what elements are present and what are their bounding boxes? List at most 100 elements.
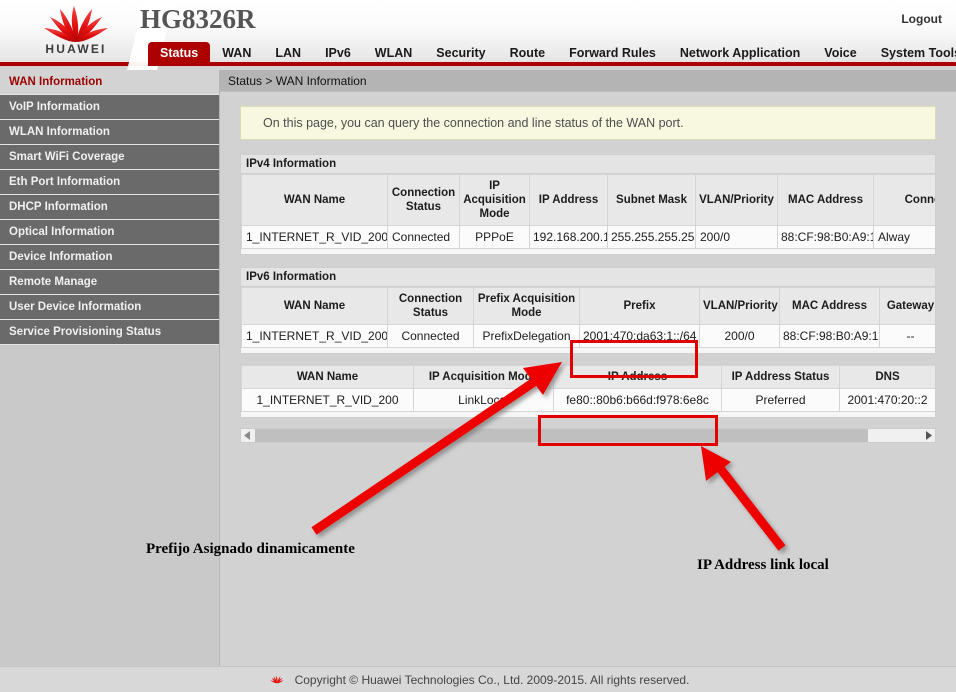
- huawei-footer-icon: [267, 673, 287, 686]
- cell-ip-acquisition-mode: PPPoE: [460, 226, 530, 249]
- scrollbar-track[interactable]: [255, 429, 921, 442]
- cell-dns: 2001:470:20::2: [840, 389, 936, 412]
- cell-connection-mode: Alway: [874, 226, 937, 249]
- ipv6-section-title: IPv6 Information: [240, 267, 936, 286]
- col-wan-name[interactable]: WAN Name: [242, 288, 388, 325]
- cell-ip-address: 192.168.200.101: [530, 226, 608, 249]
- tab-voice[interactable]: Voice: [812, 42, 868, 66]
- col-prefix[interactable]: Prefix: [580, 288, 700, 325]
- col-dns[interactable]: DNS: [840, 366, 936, 389]
- ipv4-section-title: IPv4 Information: [240, 154, 936, 173]
- tab-system-tools[interactable]: System Tools: [869, 42, 956, 66]
- copyright-text: Copyright © Huawei Technologies Co., Ltd…: [295, 673, 690, 687]
- sidebar-item-optical-information[interactable]: Optical Information: [0, 220, 219, 245]
- horizontal-scrollbar[interactable]: [240, 428, 936, 443]
- ipv6-table-wrap: WAN Name Connection Status Prefix Acquis…: [240, 286, 936, 354]
- col-vlan-priority[interactable]: VLAN/Priority: [696, 175, 778, 226]
- table-row[interactable]: 1_INTERNET_R_VID_200 Connected PrefixDel…: [242, 325, 937, 348]
- body-area: WAN Information VoIP Information WLAN In…: [0, 70, 956, 666]
- top-navigation: Status WAN LAN IPv6 WLAN Security Route …: [148, 42, 956, 66]
- sidebar-item-device-information[interactable]: Device Information: [0, 245, 219, 270]
- table-header-row: WAN Name Connection Status IP Acquisitio…: [242, 175, 937, 226]
- col-ip-acquisition-mode[interactable]: IP Acquisition Mode: [414, 366, 554, 389]
- cell-mac-address: 88:CF:98:B0:A9:12: [778, 226, 874, 249]
- tab-security[interactable]: Security: [424, 42, 497, 66]
- tab-route[interactable]: Route: [498, 42, 557, 66]
- sidebar-item-eth-port-information[interactable]: Eth Port Information: [0, 170, 219, 195]
- col-mac-address[interactable]: MAC Address: [778, 175, 874, 226]
- cell-mac-address: 88:CF:98:B0:A9:12: [780, 325, 880, 348]
- sidebar: WAN Information VoIP Information WLAN In…: [0, 70, 220, 666]
- ipv6-table: WAN Name Connection Status Prefix Acquis…: [241, 287, 936, 348]
- sidebar-filler: [0, 345, 219, 665]
- footer: Copyright © Huawei Technologies Co., Ltd…: [0, 666, 956, 692]
- col-connection-status[interactable]: Connection Status: [388, 288, 474, 325]
- sidebar-item-wlan-information[interactable]: WLAN Information: [0, 120, 219, 145]
- col-mac-address[interactable]: MAC Address: [780, 288, 880, 325]
- cell-ip-address-status: Preferred: [722, 389, 840, 412]
- sidebar-item-remote-manage[interactable]: Remote Manage: [0, 270, 219, 295]
- cell-wan-name: 1_INTERNET_R_VID_200: [242, 389, 414, 412]
- table-row[interactable]: 1_INTERNET_R_VID_200 LinkLocal fe80::80b…: [242, 389, 936, 412]
- page-root: HUAWEI HG8326R Logout Status WAN LAN IPv…: [0, 0, 956, 692]
- table-header-row: WAN Name IP Acquisition Mode IP Address …: [242, 366, 936, 389]
- ipv4-table-wrap: WAN Name Connection Status IP Acquisitio…: [240, 173, 936, 255]
- col-gateway[interactable]: Gateway: [880, 288, 937, 325]
- app-header: HUAWEI HG8326R Logout Status WAN LAN IPv…: [0, 0, 956, 66]
- col-ip-address[interactable]: IP Address: [530, 175, 608, 226]
- scrollbar-thumb[interactable]: [255, 429, 868, 442]
- sidebar-item-wan-information[interactable]: WAN Information: [0, 70, 219, 95]
- col-ip-address-status[interactable]: IP Address Status: [722, 366, 840, 389]
- tab-wan[interactable]: WAN: [210, 42, 263, 66]
- info-banner: On this page, you can query the connecti…: [240, 106, 936, 140]
- tab-ipv6[interactable]: IPv6: [313, 42, 363, 66]
- col-prefix-acquisition-mode[interactable]: Prefix Acquisition Mode: [474, 288, 580, 325]
- breadcrumb: Status > WAN Information: [220, 70, 956, 92]
- cell-ip-address: fe80::80b6:b66d:f978:6e8c: [554, 389, 722, 412]
- ipv6-address-table-wrap: WAN Name IP Acquisition Mode IP Address …: [240, 364, 936, 418]
- tab-wlan[interactable]: WLAN: [363, 42, 425, 66]
- content-area: Status > WAN Information On this page, y…: [220, 70, 956, 666]
- table-row[interactable]: 1_INTERNET_R_VID_200 Connected PPPoE 192…: [242, 226, 937, 249]
- col-vlan-priority[interactable]: VLAN/Priority: [700, 288, 780, 325]
- cell-prefix: 2001:470:da63:1::/64: [580, 325, 700, 348]
- sidebar-item-smart-wifi-coverage[interactable]: Smart WiFi Coverage: [0, 145, 219, 170]
- ipv6-address-table: WAN Name IP Acquisition Mode IP Address …: [241, 365, 936, 412]
- col-subnet-mask[interactable]: Subnet Mask: [608, 175, 696, 226]
- sidebar-item-service-provisioning-status[interactable]: Service Provisioning Status: [0, 320, 219, 345]
- tab-forward-rules[interactable]: Forward Rules: [557, 42, 668, 66]
- triangle-left-icon[interactable]: [241, 429, 255, 442]
- cell-vlan-priority: 200/0: [696, 226, 778, 249]
- cell-connection-status: Connected: [388, 325, 474, 348]
- cell-gateway: --: [880, 325, 937, 348]
- section-gap: [240, 255, 936, 267]
- cell-vlan-priority: 200/0: [700, 325, 780, 348]
- col-wan-name[interactable]: WAN Name: [242, 175, 388, 226]
- triangle-right-icon[interactable]: [921, 429, 935, 442]
- sidebar-item-voip-information[interactable]: VoIP Information: [0, 95, 219, 120]
- cell-prefix-acquisition-mode: PrefixDelegation: [474, 325, 580, 348]
- tab-network-application[interactable]: Network Application: [668, 42, 812, 66]
- col-connection-status[interactable]: Connection Status: [388, 175, 460, 226]
- page-title: HG8326R: [140, 4, 256, 35]
- cell-subnet-mask: 255.255.255.255: [608, 226, 696, 249]
- logout-button[interactable]: Logout: [901, 12, 942, 26]
- content-panel: On this page, you can query the connecti…: [240, 106, 936, 443]
- tab-lan[interactable]: LAN: [263, 42, 313, 66]
- col-ip-address[interactable]: IP Address: [554, 366, 722, 389]
- sidebar-item-user-device-information[interactable]: User Device Information: [0, 295, 219, 320]
- sidebar-item-dhcp-information[interactable]: DHCP Information: [0, 195, 219, 220]
- tab-status[interactable]: Status: [148, 42, 210, 66]
- col-wan-name[interactable]: WAN Name: [242, 366, 414, 389]
- cell-wan-name: 1_INTERNET_R_VID_200: [242, 325, 388, 348]
- ipv4-table: WAN Name Connection Status IP Acquisitio…: [241, 174, 936, 249]
- col-connection-mode[interactable]: Conne: [874, 175, 937, 226]
- huawei-wordmark: HUAWEI: [22, 42, 130, 56]
- table-header-row: WAN Name Connection Status Prefix Acquis…: [242, 288, 937, 325]
- huawei-petals-icon: [28, 4, 124, 44]
- col-ip-acquisition-mode[interactable]: IP Acquisition Mode: [460, 175, 530, 226]
- cell-connection-status: Connected: [388, 226, 460, 249]
- section-gap-2: [240, 354, 936, 364]
- cell-ip-acquisition-mode: LinkLocal: [414, 389, 554, 412]
- huawei-logo: HUAWEI: [22, 4, 130, 58]
